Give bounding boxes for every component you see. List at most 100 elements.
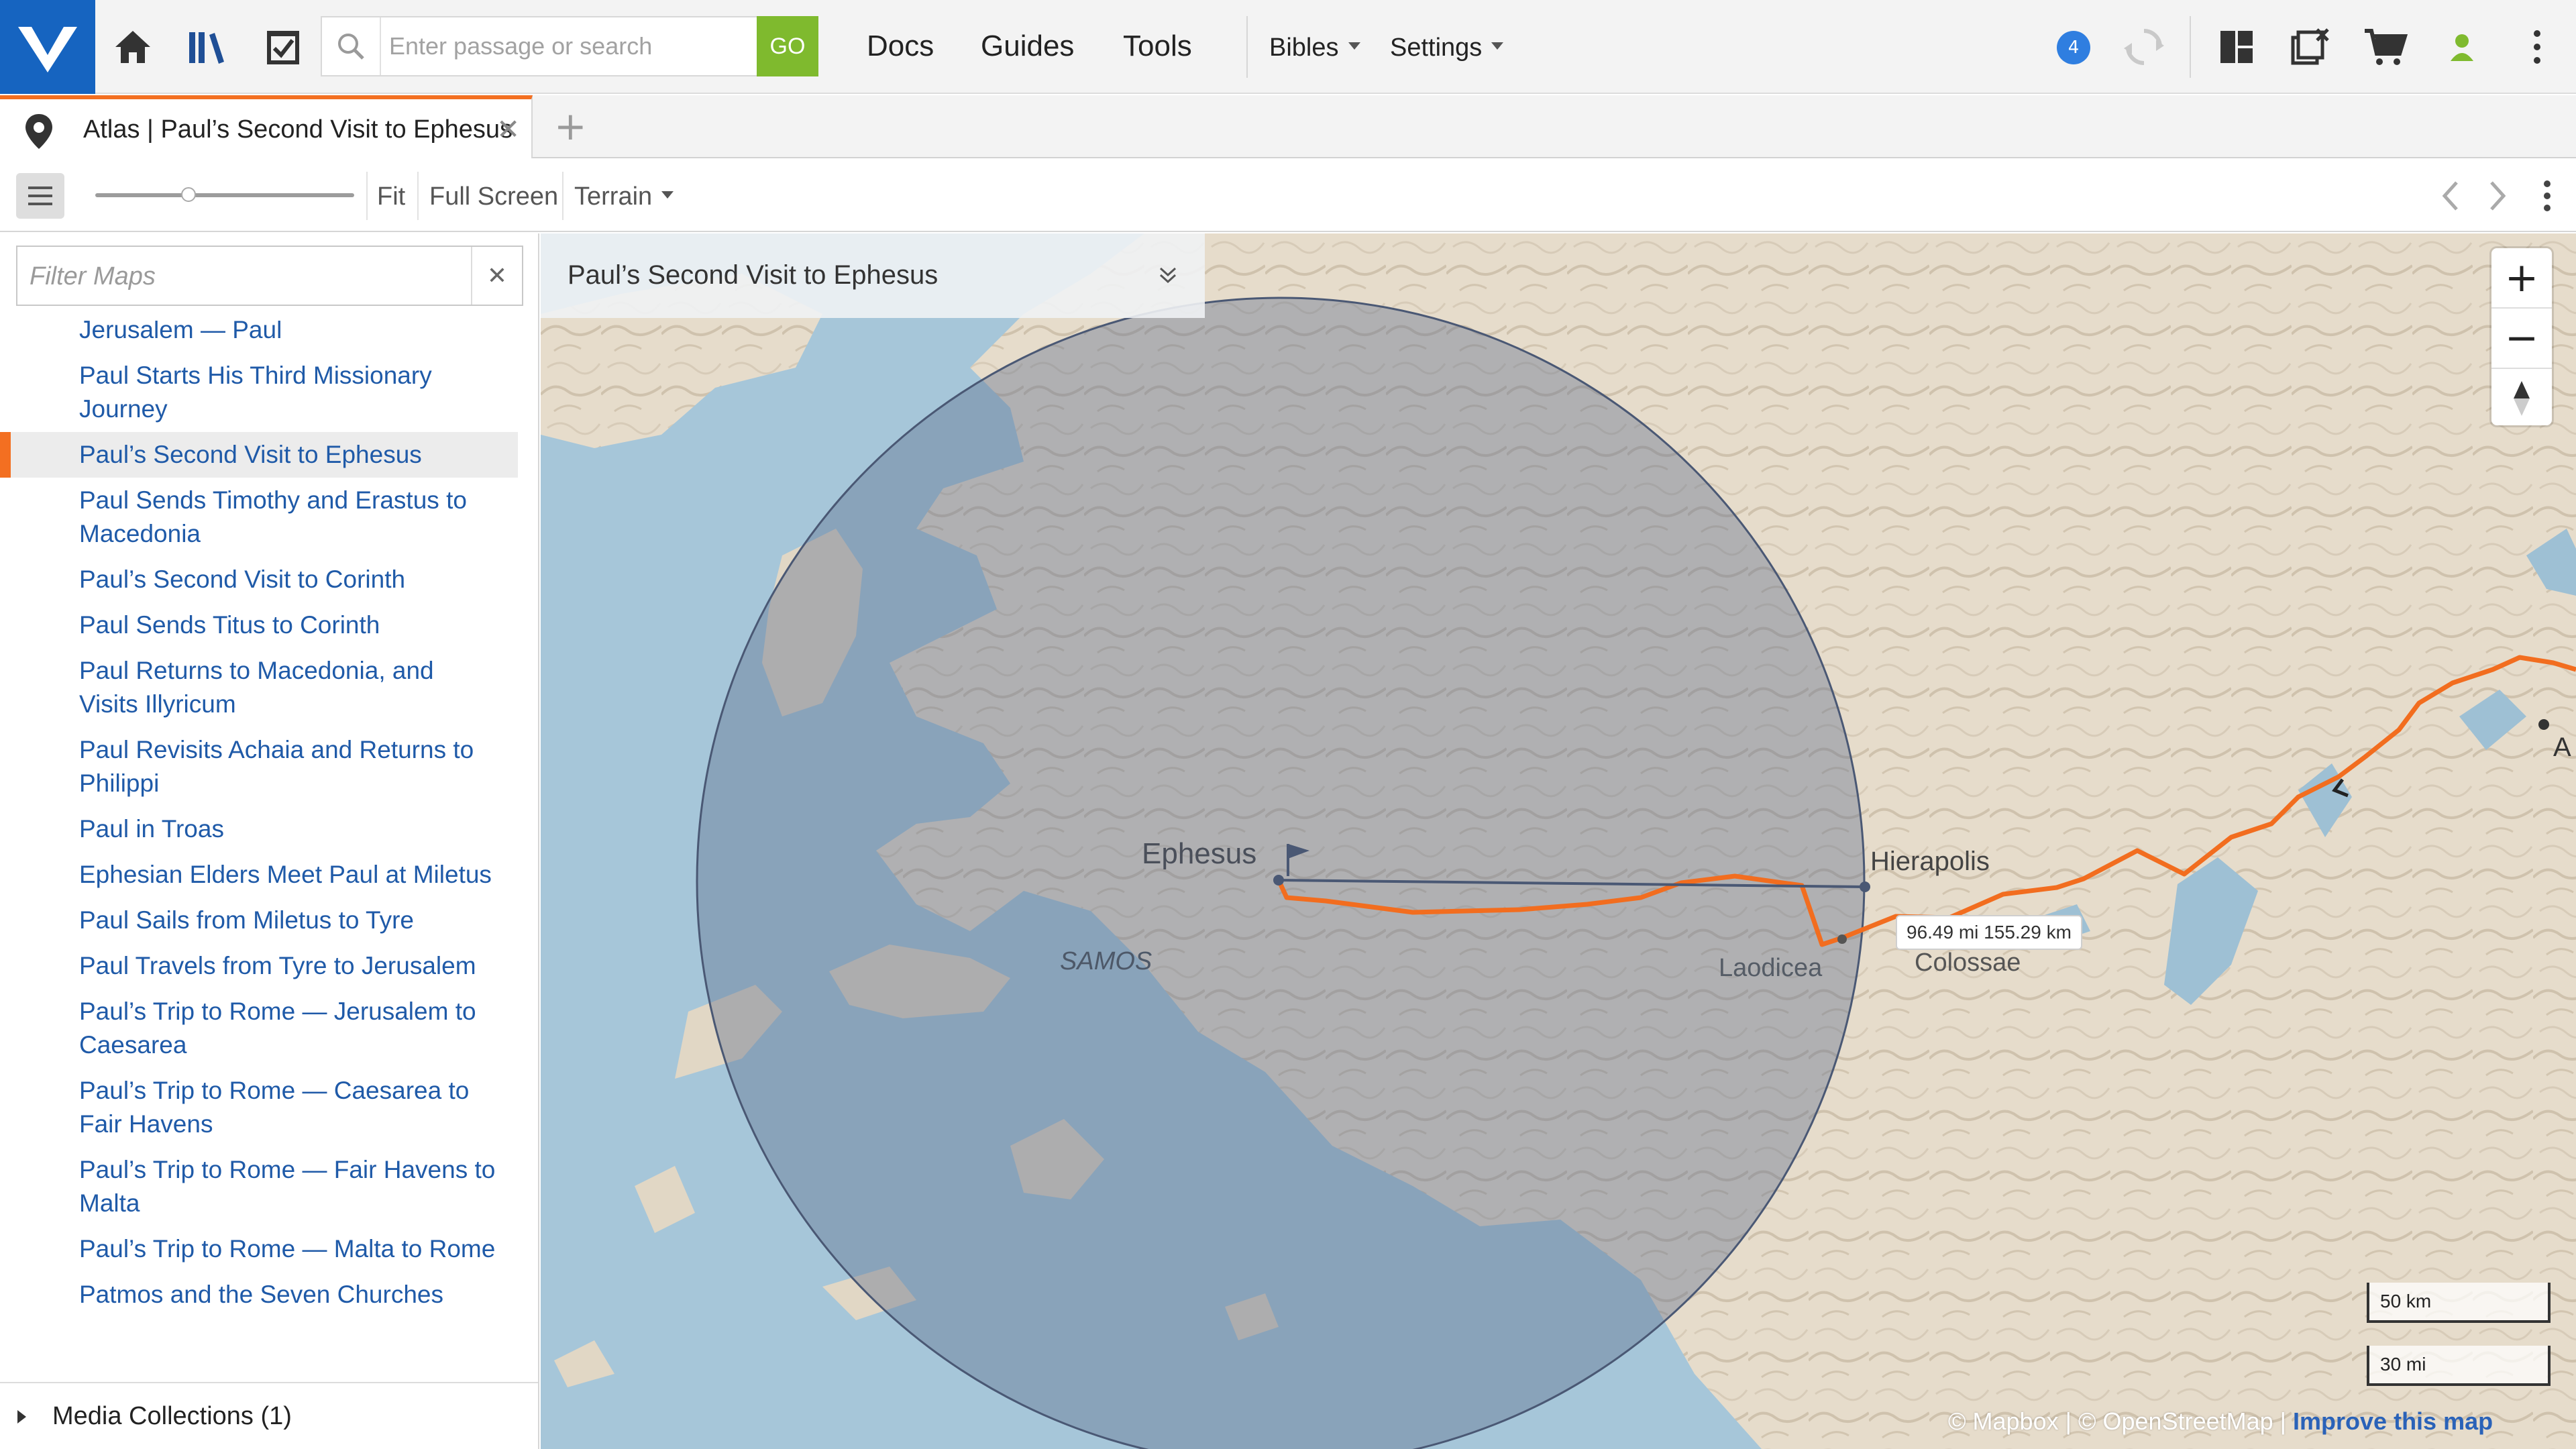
scale-mi: 30 mi (2367, 1346, 2551, 1386)
osm-link[interactable]: © OpenStreetMap (2078, 1407, 2273, 1435)
more-vertical-icon[interactable] (2537, 174, 2557, 217)
zoom-slider[interactable] (95, 187, 354, 202)
zoom-out-button[interactable]: − (2491, 309, 2552, 368)
nav-tools[interactable]: Tools (1123, 30, 1192, 63)
nav-docs[interactable]: Docs (867, 30, 934, 63)
settings-dropdown[interactable]: Settings (1390, 34, 1504, 62)
attribution-separator: | (2279, 1407, 2294, 1435)
radius-circle (696, 297, 1866, 1449)
new-tab-button[interactable]: + (554, 103, 587, 149)
zoom-in-button[interactable]: + (2491, 248, 2552, 307)
measure-start-point[interactable] (1273, 875, 1284, 885)
place-laodicea[interactable]: Laodicea (1719, 954, 1822, 983)
chevron-down-icon[interactable] (1158, 266, 1178, 286)
map-canvas[interactable] (541, 233, 2576, 1449)
media-collections-row[interactable]: Media Collections (1) (0, 1382, 538, 1449)
tab-atlas[interactable]: Atlas | Paul’s Second Visit to Ephesus ✕ (0, 95, 533, 160)
caret-down-icon (661, 191, 674, 199)
terrain-dropdown[interactable]: Terrain (574, 182, 674, 211)
layout-icon[interactable] (2210, 20, 2263, 74)
zoom-controls: + − (2491, 248, 2552, 425)
filter-box[interactable]: ✕ (16, 246, 523, 306)
improve-map-link[interactable]: Improve this map (2293, 1407, 2493, 1435)
expand-caret-icon (17, 1410, 26, 1424)
logo-icon (18, 27, 77, 72)
settings-label: Settings (1390, 34, 1483, 62)
place-colossae[interactable]: Colossae (1915, 949, 2021, 977)
list-item[interactable]: Paul Sails from Miletus to Tyre (0, 898, 518, 943)
list-item[interactable]: Paul’s Trip to Rome — Malta to Rome (0, 1226, 518, 1272)
go-button[interactable]: GO (757, 16, 818, 76)
divider (1246, 16, 1248, 78)
attribution-separator: | (2065, 1407, 2078, 1435)
media-collections-label: Media Collections (1) (52, 1402, 292, 1430)
list-item[interactable]: Paul Travels from Tyre to Jerusalem (0, 943, 518, 989)
search-input[interactable] (389, 24, 738, 68)
hamburger-icon (28, 186, 52, 205)
tasks-icon[interactable] (256, 20, 310, 74)
divider (417, 172, 419, 220)
home-icon[interactable] (106, 20, 160, 74)
list-item[interactable]: Paul’s Trip to Rome — Jerusalem to Caesa… (0, 989, 518, 1068)
list-item[interactable]: Paul’s Second Visit to Corinth (0, 557, 518, 602)
cart-icon[interactable] (2359, 20, 2412, 74)
laodicea-point[interactable] (1837, 934, 1847, 944)
fit-button[interactable]: Fit (377, 182, 405, 211)
list-item[interactable]: Paul Returns to Macedonia, and Visits Il… (0, 648, 518, 727)
divider (562, 172, 564, 220)
map-list-content: Jerusalem — Paul Paul Starts His Third M… (0, 321, 530, 1318)
list-item[interactable]: Paul Revisits Achaia and Returns to Phil… (0, 727, 518, 806)
sidebar-toggle-button[interactable] (16, 173, 64, 219)
map-list: Jerusalem — Paul Paul Starts His Third M… (0, 321, 530, 1340)
measurement-label: 96.49 mi 155.29 km (1896, 915, 2082, 950)
list-item[interactable]: Paul in Troas (0, 806, 518, 852)
maps-sidebar: ✕ Jerusalem — Paul Paul Starts His Third… (0, 233, 539, 1449)
list-item[interactable]: Jerusalem — Paul (0, 321, 518, 353)
caret-down-icon (1491, 42, 1504, 50)
route-end-point[interactable] (2538, 719, 2549, 730)
bibles-dropdown[interactable]: Bibles (1269, 34, 1360, 62)
zoom-slider-handle[interactable] (180, 187, 196, 202)
tab-close-icon[interactable]: ✕ (496, 113, 520, 146)
library-icon[interactable] (181, 20, 235, 74)
full-screen-button[interactable]: Full Screen (429, 182, 558, 211)
compass-icon (2514, 381, 2530, 416)
map-attribution: © Mapbox | © OpenStreetMap | Improve thi… (1948, 1407, 2493, 1436)
clear-filter-icon[interactable]: ✕ (471, 247, 522, 305)
measure-end-point[interactable] (1860, 881, 1870, 892)
more-vertical-icon[interactable] (2510, 20, 2564, 74)
logos-logo[interactable] (0, 0, 95, 94)
forward-arrow-icon[interactable] (2481, 177, 2514, 215)
map-title: Paul’s Second Visit to Ephesus (568, 260, 938, 290)
place-ephesus[interactable]: Ephesus (1142, 837, 1256, 871)
place-edge-label[interactable]: A (2553, 733, 2571, 763)
list-item[interactable]: Paul Sends Titus to Corinth (0, 602, 518, 648)
compass-button[interactable] (2491, 369, 2552, 428)
sync-icon[interactable] (2117, 20, 2171, 74)
place-samos[interactable]: SAMOS (1060, 947, 1152, 976)
list-item[interactable]: Paul’s Trip to Rome — Caesarea to Fair H… (0, 1068, 518, 1147)
mapbox-link[interactable]: © Mapbox (1948, 1407, 2059, 1435)
terrain-label: Terrain (574, 182, 653, 211)
place-hierapolis[interactable]: Hierapolis (1870, 847, 1990, 877)
nav-guides[interactable]: Guides (981, 30, 1074, 63)
user-icon[interactable] (2435, 20, 2489, 74)
close-panels-icon[interactable] (2284, 20, 2337, 74)
map-title-bar[interactable]: Paul’s Second Visit to Ephesus (541, 233, 1205, 318)
bibles-label: Bibles (1269, 34, 1339, 62)
list-item[interactable]: Paul Starts His Third Missionary Journey (0, 353, 518, 432)
back-arrow-icon[interactable] (2434, 177, 2467, 215)
list-item-selected[interactable]: Paul’s Second Visit to Ephesus (0, 432, 518, 478)
divider (2190, 16, 2191, 78)
notifications-badge[interactable]: 4 (2057, 31, 2090, 64)
search-icon[interactable] (322, 17, 381, 75)
map-view[interactable]: Ephesus SAMOS Hierapolis Laodicea Coloss… (541, 233, 2576, 1449)
map-pin-icon (25, 114, 52, 149)
search-box[interactable]: GO (321, 16, 818, 76)
list-item[interactable]: Ephesian Elders Meet Paul at Miletus (0, 852, 518, 898)
caret-down-icon (1348, 42, 1360, 50)
list-item[interactable]: Paul Sends Timothy and Erastus to Macedo… (0, 478, 518, 557)
filter-maps-input[interactable] (30, 256, 472, 297)
list-item[interactable]: Patmos and the Seven Churches (0, 1272, 518, 1318)
list-item[interactable]: Paul’s Trip to Rome — Fair Havens to Mal… (0, 1147, 518, 1226)
